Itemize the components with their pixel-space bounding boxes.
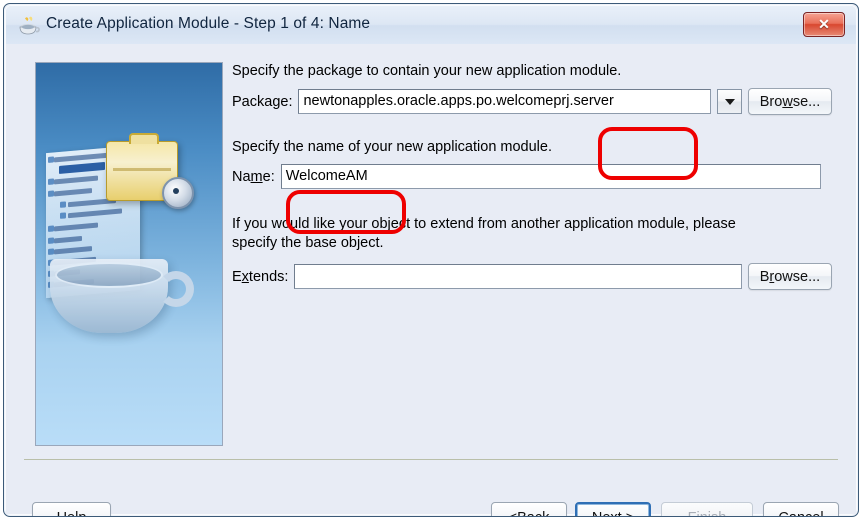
dialog-body: Specify the package to contain your new …: [6, 44, 856, 516]
package-description: Specify the package to contain your new …: [232, 63, 622, 79]
close-button[interactable]: ✕: [803, 12, 845, 37]
extends-browse-button[interactable]: Br owse...: [747, 263, 832, 290]
form-area: Specify the package to contain your new …: [232, 62, 832, 290]
name-row: Name: WelcomeAM: [232, 164, 832, 189]
extends-description-line1: If you would like your object to extend …: [232, 216, 736, 232]
title-bar: Create Application Module - Step 1 of 4:…: [6, 6, 856, 44]
create-application-module-dialog: Create Application Module - Step 1 of 4:…: [3, 3, 859, 517]
footer-separator: [24, 459, 838, 460]
coffee-cup-graphic: [50, 259, 194, 333]
footer-button-bar: Help < Back Next > Finish Cancel: [6, 466, 856, 516]
help-button[interactable]: Help: [32, 502, 111, 516]
coffee-cup-icon: [19, 16, 40, 35]
extends-label: Extends:: [232, 268, 289, 285]
name-input[interactable]: WelcomeAM: [280, 164, 821, 189]
next-button[interactable]: Next >: [575, 502, 651, 516]
extends-description-line2: specify the base object.: [232, 235, 384, 251]
chevron-down-icon: [724, 98, 735, 105]
back-button[interactable]: < Back: [491, 502, 567, 516]
cancel-button[interactable]: Cancel: [763, 502, 839, 516]
finish-button: Finish: [661, 502, 753, 516]
package-row: Package: newtonapples.oracle.apps.po.wel…: [232, 88, 832, 115]
extends-input[interactable]: [294, 264, 742, 289]
package-dropdown-button[interactable]: [717, 89, 742, 114]
package-browse-button[interactable]: Bro w se...: [748, 88, 832, 115]
extends-row: Extends: Br owse...: [232, 263, 832, 290]
wizard-illustration: [35, 62, 223, 446]
tree-selected-row: [59, 161, 105, 174]
gear-icon: [162, 177, 194, 209]
window-title: Create Application Module - Step 1 of 4:…: [46, 15, 371, 32]
package-label: Package:: [232, 93, 293, 110]
name-label: Name:: [232, 168, 275, 185]
name-description: Specify the name of your new application…: [232, 139, 552, 155]
package-input[interactable]: newtonapples.oracle.apps.po.welcomeprj.s…: [298, 89, 712, 114]
close-icon: ✕: [818, 16, 830, 32]
